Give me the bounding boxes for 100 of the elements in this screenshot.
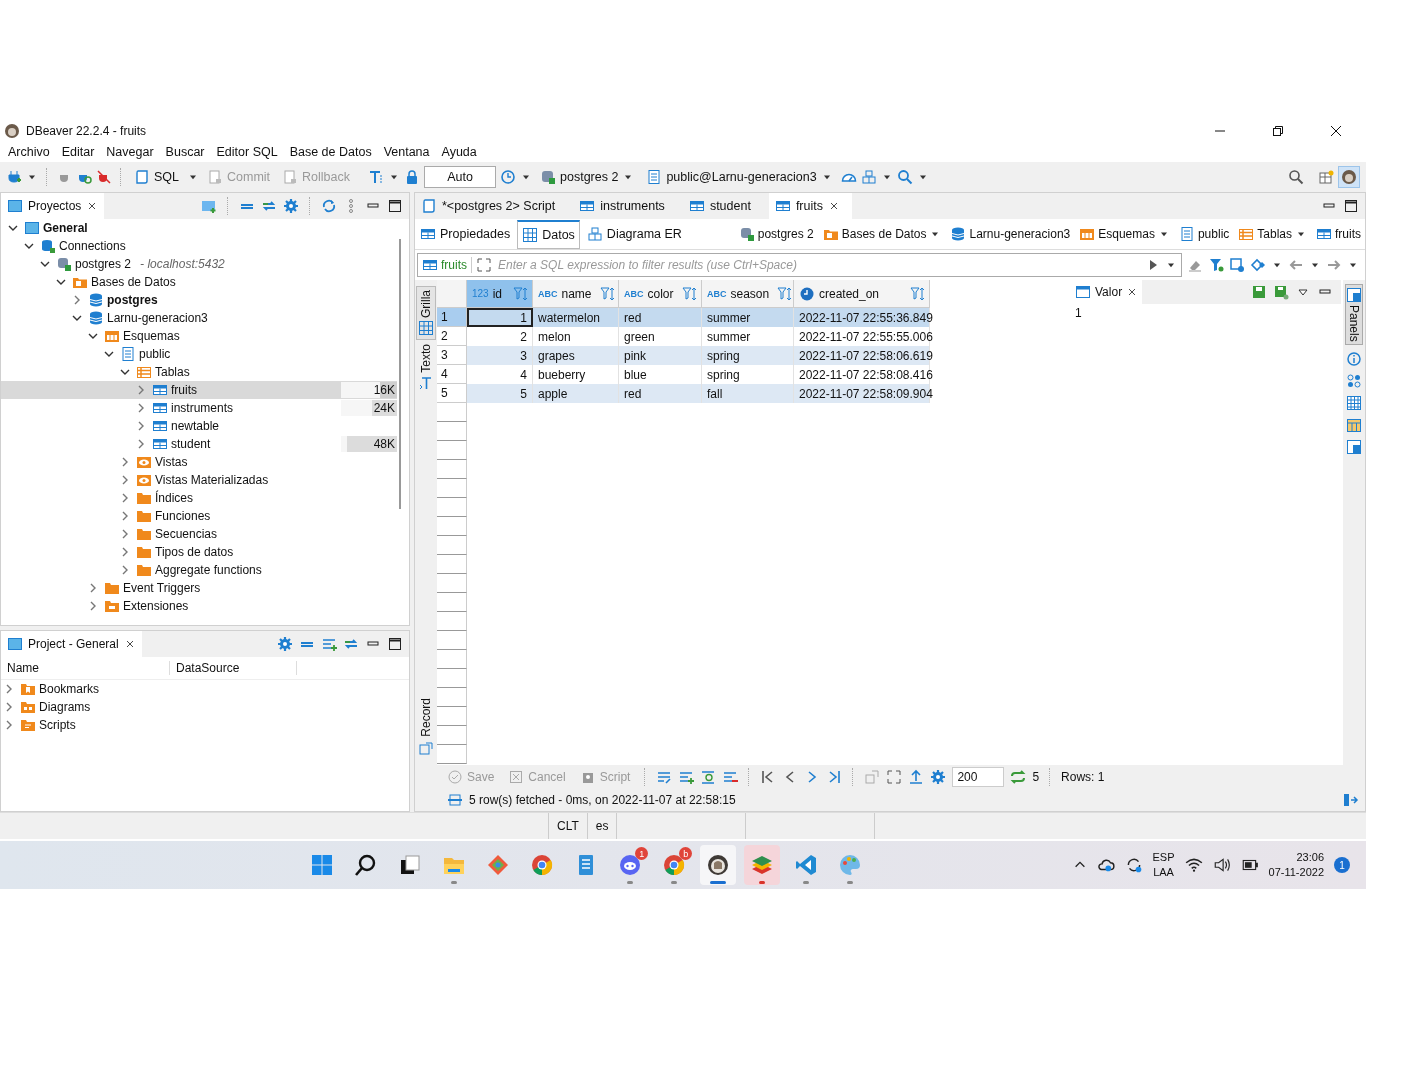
editor-tab[interactable]: *<postgres 2> Script: [415, 193, 568, 219]
view-tab[interactable]: Grilla: [416, 286, 436, 340]
format-icon[interactable]: [368, 169, 384, 185]
wifi-icon[interactable]: [1184, 856, 1203, 874]
tree-item[interactable]: instruments 24K: [1, 399, 397, 417]
tree-item[interactable]: postgres: [1, 291, 397, 309]
search-icon[interactable]: [1288, 169, 1304, 185]
panel-icon[interactable]: [1346, 438, 1362, 455]
info-icon[interactable]: [1346, 350, 1362, 367]
tree-item[interactable]: Esquemas: [1, 327, 397, 345]
menu-item[interactable]: Archivo: [2, 145, 56, 159]
filter-icon[interactable]: [1208, 257, 1224, 273]
upload-icon[interactable]: [908, 769, 925, 785]
sort-filter-icon[interactable]: [910, 285, 926, 302]
row-number[interactable]: 3: [437, 346, 467, 365]
chat-icon[interactable]: [618, 853, 643, 877]
sort-filter-icon[interactable]: [777, 285, 794, 302]
tree-item[interactable]: postgres 2 - localhost:5432: [1, 255, 397, 273]
row-number[interactable]: 1: [437, 308, 467, 327]
restore-icon[interactable]: [1272, 125, 1284, 137]
settings-icon[interactable]: [930, 769, 947, 785]
close-icon[interactable]: [1330, 125, 1342, 137]
column-header[interactable]: ABC color: [619, 280, 702, 308]
view-tab[interactable]: Propiedades: [415, 220, 516, 248]
task-view-icon[interactable]: [398, 853, 423, 877]
tree-item[interactable]: Bookmarks: [1, 680, 409, 698]
browser-icon[interactable]: [530, 853, 555, 877]
schema-selector[interactable]: public@Larnu-generacion3: [642, 167, 837, 187]
column-header[interactable]: DataSource: [170, 661, 297, 675]
tree-item[interactable]: public: [1, 345, 397, 363]
view-tab[interactable]: Texto: [416, 340, 436, 395]
breadcrumb-item[interactable]: Bases de Datos: [822, 226, 942, 242]
plug-icon[interactable]: [6, 169, 22, 185]
tree-item[interactable]: Vistas: [1, 453, 397, 471]
tree-item[interactable]: Índices: [1, 489, 397, 507]
menu-item[interactable]: Navegar: [100, 145, 160, 159]
breadcrumb-item[interactable]: Esquemas: [1079, 226, 1170, 242]
tree-item[interactable]: Scripts: [1, 716, 409, 734]
panel-toggle-icon[interactable]: [1343, 792, 1359, 808]
tree-item[interactable]: Extensiones: [1, 597, 397, 615]
column-header[interactable]: ABC name: [533, 280, 619, 308]
transaction-mode-field[interactable]: Auto: [424, 166, 496, 188]
save-icon[interactable]: [1251, 284, 1267, 300]
column-header[interactable]: 123 id: [467, 280, 533, 308]
column-header[interactable]: Name: [1, 661, 170, 675]
tree-item[interactable]: Event Triggers: [1, 579, 397, 597]
perspective-icon[interactable]: [1318, 169, 1334, 185]
maximize-icon[interactable]: [387, 198, 403, 214]
panel-tab[interactable]: Project - General: [1, 631, 142, 657]
save-icon[interactable]: [1273, 284, 1289, 300]
columns-icon[interactable]: [1346, 372, 1362, 389]
tree-item[interactable]: General: [1, 219, 397, 237]
input-language[interactable]: ESP LAA: [1152, 850, 1175, 880]
sql-editor-button[interactable]: SQL: [130, 167, 183, 187]
beaver-icon[interactable]: [706, 853, 731, 877]
tree-item[interactable]: Bases de Datos: [1, 273, 397, 291]
filter-settings-icon[interactable]: [1229, 257, 1245, 273]
add-row-icon[interactable]: [321, 636, 337, 652]
maximize-icon[interactable]: [387, 636, 403, 652]
close-icon[interactable]: [828, 200, 840, 212]
editor-tab[interactable]: student: [682, 193, 763, 219]
calendar-icon[interactable]: [1346, 416, 1362, 433]
menu-item[interactable]: Editar: [55, 145, 101, 159]
tree-item[interactable]: newtable: [1, 417, 397, 435]
windows-logo-icon[interactable]: [310, 853, 335, 877]
lock-icon[interactable]: [404, 169, 420, 185]
notification-badge[interactable]: 1: [1334, 857, 1350, 873]
view-tab[interactable]: Diagrama ER: [581, 220, 687, 248]
new-project-icon[interactable]: [201, 198, 217, 214]
tree-item[interactable]: Secuencias: [1, 525, 397, 543]
history-icon[interactable]: [500, 169, 516, 185]
tree-item[interactable]: Larnu-generacion3: [1, 309, 397, 327]
row-number[interactable]: 5: [437, 384, 467, 403]
panels-tab[interactable]: Panels: [1345, 284, 1363, 345]
menu-item[interactable]: Ventana: [377, 145, 436, 159]
menu-item[interactable]: Base de Datos: [283, 145, 378, 159]
breadcrumb-item[interactable]: postgres 2: [738, 226, 814, 242]
tree-item[interactable]: fruits 16K: [1, 381, 397, 399]
tree-item[interactable]: Connections: [1, 237, 397, 255]
tree-item[interactable]: Funciones: [1, 507, 397, 525]
tree-item[interactable]: Tablas: [1, 363, 397, 381]
breadcrumb-item[interactable]: fruits: [1316, 226, 1361, 242]
panel-tab[interactable]: Valor: [1071, 280, 1143, 304]
connection-selector[interactable]: postgres 2: [536, 167, 639, 187]
breadcrumb-item[interactable]: Tablas: [1238, 226, 1307, 242]
clock[interactable]: 23:06 07-11-2022: [1268, 850, 1324, 880]
editor-tab[interactable]: fruits: [768, 193, 852, 219]
scrollbar[interactable]: [399, 239, 401, 509]
menu-item[interactable]: Editor SQL: [210, 145, 284, 159]
perspective-button[interactable]: [1338, 166, 1360, 188]
menu-item[interactable]: Buscar: [159, 145, 211, 159]
column-header[interactable]: ABC season: [702, 280, 794, 308]
add-row-icon[interactable]: [678, 769, 695, 785]
settings-icon[interactable]: [283, 198, 299, 214]
edit-row-icon[interactable]: [656, 769, 673, 785]
column-header[interactable]: created_on: [794, 280, 930, 308]
fetch-size-field[interactable]: 200: [952, 767, 1005, 787]
panel-tab[interactable]: Proyectos: [1, 193, 105, 219]
view-tab[interactable]: Datos: [517, 219, 580, 249]
palette-icon[interactable]: [838, 853, 863, 877]
